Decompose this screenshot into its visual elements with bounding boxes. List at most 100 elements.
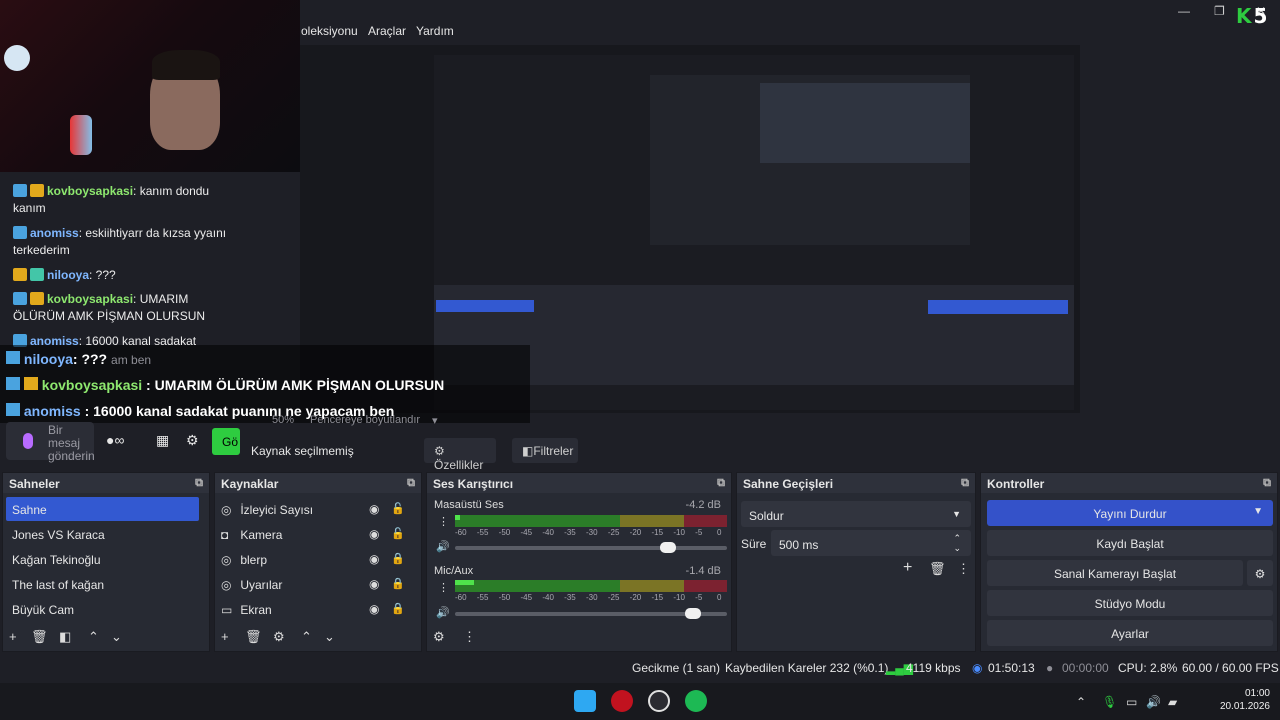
battery-icon[interactable]: ▰ [1168,695,1177,709]
gear-icon[interactable]: ⚙ [186,432,199,449]
undock-icon[interactable]: ⧉ [717,477,725,490]
scale-tick-label: -55 [476,528,489,537]
undock-icon[interactable]: ⧉ [961,477,969,490]
badge-icon [6,377,20,390]
eye-icon[interactable]: ◉ [369,502,379,516]
speaker-icon[interactable]: 🔊 [436,606,450,619]
unlock-icon[interactable]: 🔓 [391,527,405,540]
scale-tick-label: -10 [673,528,685,537]
scene-item[interactable]: Sahne [6,497,199,521]
chat-send-button[interactable]: Gö [212,428,240,455]
start-icon[interactable] [574,690,596,712]
chat-input[interactable]: Bir mesaj gönderin [6,422,95,463]
speaker-icon[interactable]: 🔊 [436,540,450,553]
add-icon[interactable]: + [903,559,912,577]
settings-button[interactable]: Ayarlar [987,620,1273,646]
vcam-settings-icon[interactable]: ⚙ [1247,560,1273,586]
eye-icon[interactable]: ◉ [369,527,379,541]
zoom-fit[interactable]: Pencereye boyutlandır [310,414,420,426]
source-item[interactable]: ◘ Kamera ◉ 🔓 [221,522,411,546]
duration-spinbox[interactable]: 500 ms ⌃ ⌄ [771,530,971,556]
gear-icon[interactable]: ⚙ [273,629,285,645]
menu-tools[interactable]: Araçlar [368,24,406,38]
chevron-up-icon[interactable]: ⌃ [301,629,312,645]
crown-icon [30,184,44,197]
volume-slider[interactable] [455,542,727,553]
obs-icon[interactable] [648,690,670,712]
undock-icon[interactable]: ⧉ [1263,477,1271,490]
chevron-up-icon[interactable]: ⌃ [88,629,99,645]
lock-icon[interactable]: 🔒 [391,602,405,615]
source-item[interactable]: ▭ Ekran ◉ 🔒 [221,597,411,621]
chevron-down-icon[interactable]: ⌄ [324,629,335,645]
menu-collections[interactable]: oleksiyonu [301,24,358,38]
lock-icon[interactable]: 🔒 [391,577,405,590]
source-item[interactable]: ◎ blerp ◉ 🔒 [221,547,411,571]
chevron-down-icon[interactable]: ▼ [1253,506,1263,517]
trash-icon[interactable]: 🗑 [31,629,48,645]
add-icon[interactable]: + [9,629,17,644]
sources-dock: Kaynaklar ⧉ ◎ İzleyici Sayısı ◉ 🔓 ◘ Kamera ◉… [214,472,422,652]
eye-icon[interactable]: ◉ [369,602,379,616]
eye-icon[interactable]: ◉ [369,577,379,591]
crown-icon [23,377,38,390]
chevron-down-icon: ▼ [952,509,961,519]
stop-stream-button[interactable]: Yayını Durdur ▼ [987,500,1273,526]
crown-icon [30,292,44,305]
filter-icon[interactable]: ◧ [59,629,71,645]
volume-slider[interactable] [455,608,727,619]
source-item[interactable]: ◎ Uyarılar ◉ 🔒 [221,572,411,596]
spotify-icon[interactable] [685,690,707,712]
minimize-icon[interactable]: — [1178,4,1190,18]
controls-dock: Kontroller ⧉ Yayını Durdur ▼ Kaydı Başlat … [980,472,1278,652]
chevron-down-icon[interactable]: ⌄ [111,629,122,645]
kebab-icon[interactable]: ⋮ [957,561,970,577]
unlock-icon[interactable]: 🔓 [391,502,405,515]
clock[interactable]: 01:00 20.01.2026 [1220,687,1270,713]
scale-tick-label: -25 [607,593,620,602]
menu-help[interactable]: Yardım [416,24,454,38]
scale-tick-label: -15 [651,593,664,602]
scene-item[interactable]: Büyük Cam [6,597,199,621]
dock-title: Sahne Geçişleri ⧉ [737,473,975,493]
monitor-icon[interactable]: ▭ [1126,695,1137,709]
scene-item[interactable]: The last of kağan [6,572,199,596]
spin-arrows-icon[interactable]: ⌃ ⌄ [953,533,961,553]
kebab-icon[interactable]: ⋮ [438,515,449,528]
eye-icon[interactable]: ◉ [369,552,379,566]
streamer-hair [152,50,220,80]
restore-icon[interactable]: ❐ [1214,4,1225,18]
undock-icon[interactable]: ⧉ [195,477,203,490]
zoom-level[interactable]: 50% [272,414,294,426]
lock-icon[interactable]: 🔒 [391,552,405,565]
kebab-icon[interactable]: ⋮ [438,581,449,594]
scene-item[interactable]: Kağan Tekinoğlu [6,547,199,571]
start-vcam-button[interactable]: Sanal Kamerayı Başlat [987,560,1243,586]
chevron-up-icon[interactable]: ⌃ [1076,695,1086,709]
speaker-icon[interactable]: 🔊 [1146,695,1161,709]
filters-button[interactable]: ◧Filtreler [512,438,578,463]
chat-input-placeholder: Bir mesaj gönderin [48,423,95,463]
store-icon[interactable]: ▦ [156,432,169,449]
chat-message: nilooya: ??? [13,267,238,284]
start-record-button[interactable]: Kaydı Başlat [987,530,1273,556]
mixer-settings-icon[interactable]: ⚙ [433,629,445,645]
mic-icon[interactable]: 🎙 [1102,695,1117,709]
studio-mode-button[interactable]: Stüdyo Modu [987,590,1273,616]
chevron-down-icon[interactable]: ▾ [432,414,438,427]
scale-tick-label: -40 [542,528,554,537]
kebab-icon[interactable]: ⋮ [463,629,476,645]
opera-icon[interactable] [611,690,633,712]
undock-icon[interactable]: ⧉ [407,477,415,490]
source-item[interactable]: ◎ İzleyici Sayısı ◉ 🔓 [221,497,411,521]
trash-icon[interactable]: 🗑 [245,629,262,645]
scene-item[interactable]: Jones VS Karaca [6,522,199,546]
sources-footer: + 🗑 ⚙ ⌃ ⌄ [215,625,421,651]
channel-logo: K5 [1236,4,1268,28]
transition-select[interactable]: Soldur ▼ [741,501,971,527]
people-icon[interactable]: ●∞ [106,432,124,448]
trash-icon[interactable]: 🗑 [929,561,946,577]
properties-button[interactable]: ⚙ Özellikler [424,438,496,472]
add-icon[interactable]: + [221,629,229,644]
status-bar: Gecikme (1 san) Kaybedilen Kareler 232 (… [0,655,1280,681]
